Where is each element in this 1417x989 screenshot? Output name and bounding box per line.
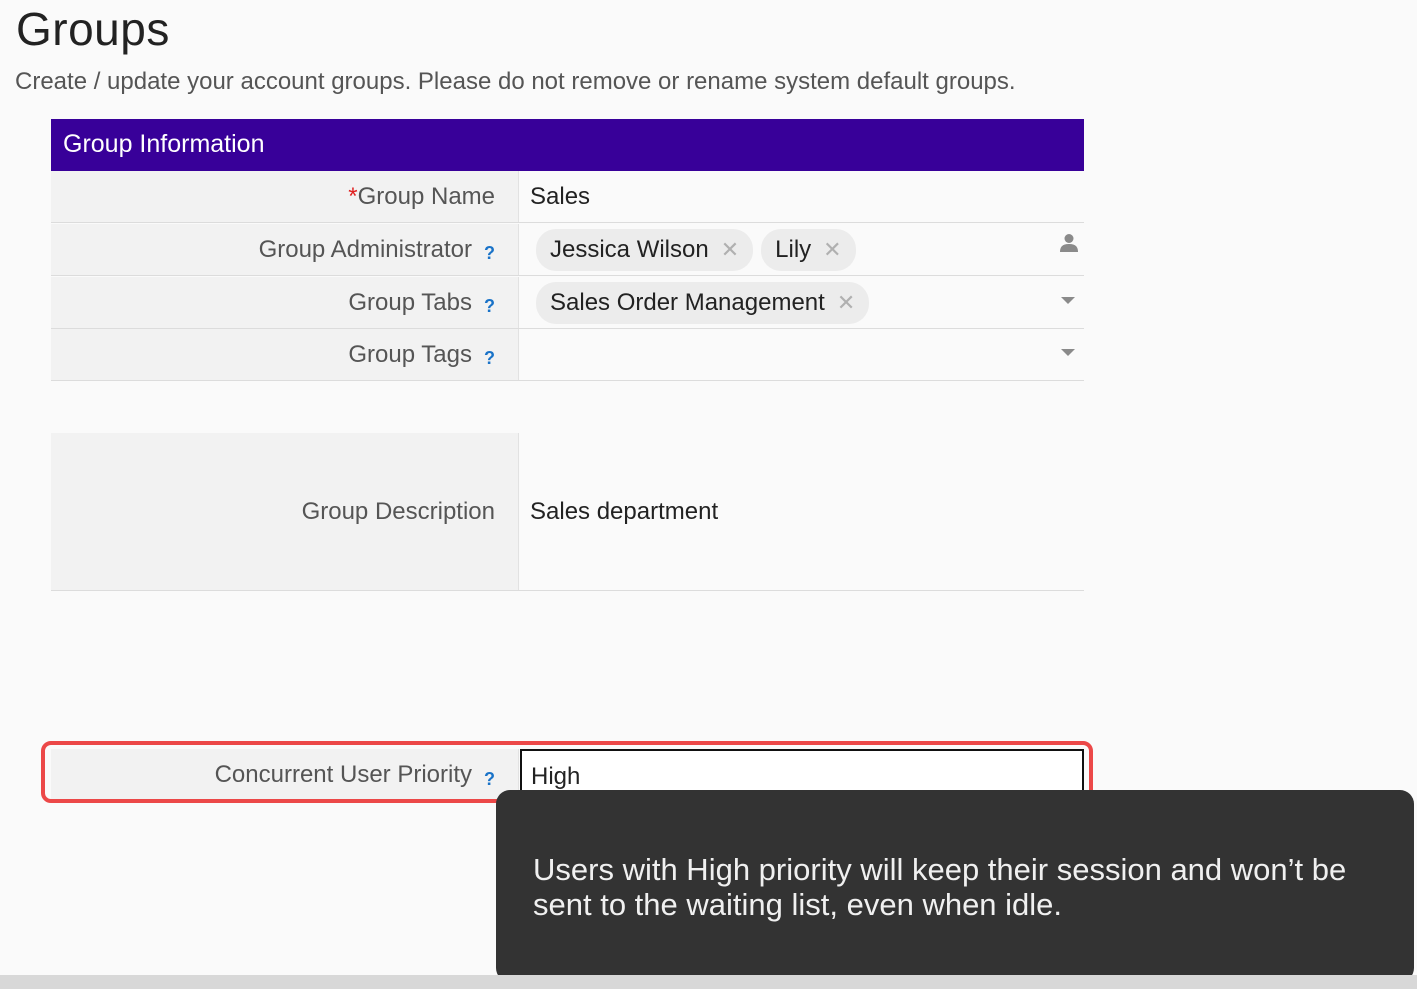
group-tabs-label: Group Tabs ?	[51, 277, 519, 328]
group-description-row: Group Description Sales department	[51, 433, 1084, 591]
group-description-label-text: Group Description	[301, 497, 495, 525]
administrator-chip: Lily ✕	[761, 228, 856, 271]
group-administrator-input[interactable]: Jessica Wilson ✕ Lily ✕	[519, 224, 1084, 275]
help-icon[interactable]: ?	[484, 348, 495, 369]
group-tabs-input[interactable]: Sales Order Management ✕	[519, 277, 1084, 328]
section-header: Group Information	[51, 119, 1084, 171]
administrator-chip: Jessica Wilson ✕	[536, 228, 754, 271]
group-name-label-text: Group Name	[357, 182, 495, 210]
group-tabs-label-text: Group Tabs	[348, 288, 472, 316]
remove-chip-icon[interactable]: ✕	[823, 237, 841, 263]
chip-label: Jessica Wilson	[550, 235, 709, 263]
groups-page: Groups Create / update your account grou…	[0, 0, 1417, 989]
tooltip-text: Users with High priority will keep their…	[533, 852, 1347, 922]
group-tags-label-text: Group Tags	[348, 340, 472, 368]
remove-chip-icon[interactable]: ✕	[721, 237, 739, 263]
page-subtitle: Create / update your account groups. Ple…	[15, 68, 1016, 95]
group-tags-label: Group Tags ?	[51, 329, 519, 380]
user-icon[interactable]	[1060, 232, 1078, 260]
group-administrator-label: Group Administrator ?	[51, 224, 519, 275]
group-name-row: * Group Name Sales	[51, 171, 1084, 223]
help-icon[interactable]: ?	[484, 243, 495, 264]
tab-chip: Sales Order Management ✕	[536, 281, 870, 324]
group-administrator-label-text: Group Administrator	[258, 235, 472, 263]
page-title: Groups	[16, 3, 170, 55]
group-description-input[interactable]: Sales department	[519, 433, 1084, 590]
help-icon[interactable]: ?	[484, 296, 495, 317]
group-tabs-row: Group Tabs ? Sales Order Management ✕	[51, 277, 1084, 329]
group-tags-row: Group Tags ?	[51, 329, 1084, 381]
remove-chip-icon[interactable]: ✕	[837, 290, 855, 316]
tooltip: Users with High priority will keep their…	[496, 790, 1414, 982]
group-description-label: Group Description	[51, 433, 519, 590]
chevron-down-icon[interactable]	[1061, 297, 1075, 304]
chip-label: Sales Order Management	[550, 288, 825, 316]
group-name-value: Sales	[530, 182, 591, 210]
chip-label: Lily	[775, 235, 812, 263]
group-name-label: * Group Name	[51, 171, 519, 222]
group-description-value: Sales department	[530, 497, 719, 525]
group-tags-input[interactable]	[519, 329, 1084, 380]
chevron-down-icon[interactable]	[1061, 349, 1075, 356]
group-name-input[interactable]: Sales	[519, 171, 1084, 222]
required-mark: *	[348, 182, 358, 210]
bottom-scrollbar[interactable]	[0, 975, 1417, 989]
group-administrator-row: Group Administrator ? Jessica Wilson ✕ L…	[51, 224, 1084, 276]
